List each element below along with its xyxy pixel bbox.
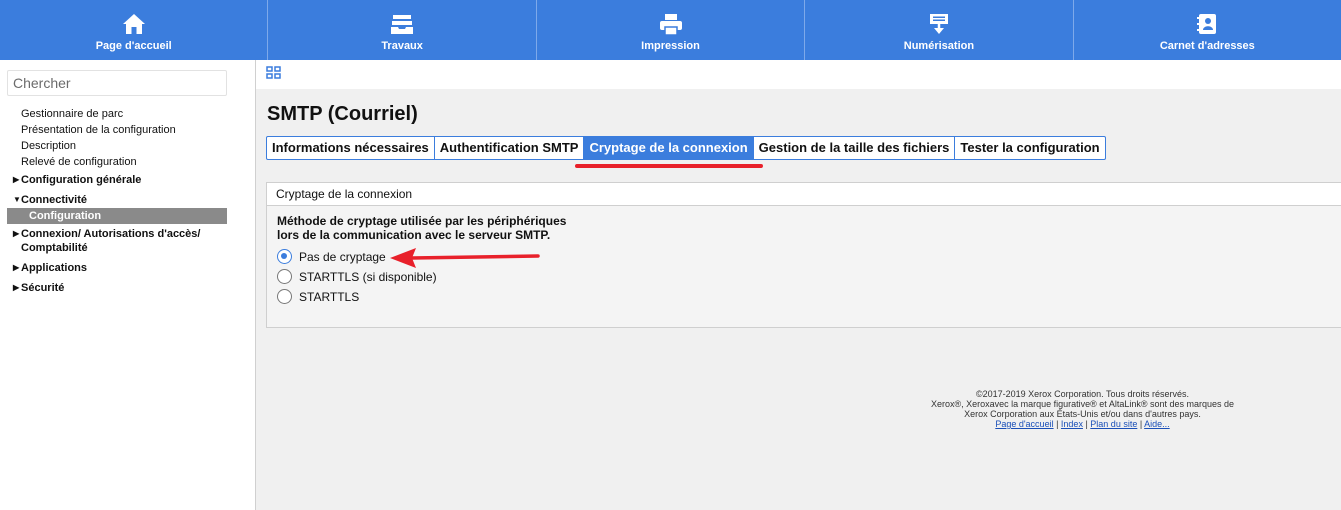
tab-test-configuration[interactable]: Tester la configuration bbox=[955, 137, 1104, 159]
option-label: Pas de cryptage bbox=[299, 249, 386, 264]
caret-down-icon: ▼ bbox=[13, 195, 21, 204]
annotation-arrow-icon bbox=[390, 248, 540, 268]
caret-right-icon: ▶ bbox=[13, 229, 20, 238]
nav-jobs[interactable]: Travaux bbox=[268, 0, 537, 60]
sidebar-category-label: Configuration générale bbox=[21, 174, 142, 186]
printer-icon bbox=[657, 11, 685, 37]
encryption-description: Méthode de cryptage utilisée par les pér… bbox=[277, 214, 597, 242]
sidebar-category-label: Connectivité bbox=[21, 194, 88, 206]
grid-view-icon[interactable] bbox=[266, 66, 282, 80]
footer-link-home[interactable]: Page d'accueil bbox=[995, 419, 1053, 429]
option-starttls[interactable]: STARTTLS bbox=[277, 289, 359, 304]
footer-trademark-2: Xerox Corporation aux États-Unis et/ou d… bbox=[964, 409, 1201, 419]
footer-links: Page d'accueil | Index | Plan du site | … bbox=[995, 419, 1170, 429]
nav-scan-label: Numérisation bbox=[903, 39, 975, 52]
option-label: STARTTLS bbox=[299, 289, 360, 304]
sidebar: Gestionnaire de parc Présentation de la … bbox=[0, 60, 256, 510]
sidebar-category-applications[interactable]: ▶ Applications bbox=[0, 261, 256, 275]
nav-scan[interactable]: Numérisation bbox=[805, 0, 1074, 60]
sidebar-category-login-permissions[interactable]: ▶ Connexion/ Autorisations d'accès/ Comp… bbox=[0, 227, 256, 255]
footer-link-index[interactable]: Index bbox=[1061, 419, 1083, 429]
sidebar-category-general-config[interactable]: ▶ Configuration générale bbox=[0, 173, 256, 187]
sidebar-item-description[interactable]: Description bbox=[0, 138, 256, 154]
top-nav: Page d'accueil Travaux Impression Numéri… bbox=[0, 0, 1341, 60]
nav-home-label: Page d'accueil bbox=[95, 39, 172, 52]
nav-print[interactable]: Impression bbox=[537, 0, 806, 60]
option-starttls-if-available[interactable]: STARTTLS (si disponible) bbox=[277, 269, 437, 284]
panel-title: Cryptage de la connexion bbox=[267, 183, 1341, 206]
footer-link-help[interactable]: Aide... bbox=[1144, 419, 1170, 429]
caret-right-icon: ▶ bbox=[13, 175, 20, 184]
caret-right-icon: ▶ bbox=[13, 283, 20, 292]
toolbar-strip bbox=[256, 60, 1341, 89]
sidebar-category-label: Applications bbox=[21, 262, 88, 274]
sidebar-list: Gestionnaire de parc Présentation de la … bbox=[0, 106, 256, 295]
radio-starttls-if-available[interactable] bbox=[277, 269, 292, 284]
sidebar-category-label: Connexion/ Autorisations d'accès/ bbox=[21, 228, 201, 240]
sidebar-item-configuration[interactable]: Configuration bbox=[7, 208, 227, 224]
sidebar-category-connectivity[interactable]: ▼ Connectivité bbox=[0, 193, 256, 207]
nav-address-book-label: Carnet d'adresses bbox=[1159, 39, 1255, 52]
sidebar-item-config-overview[interactable]: Présentation de la configuration bbox=[0, 122, 256, 138]
caret-right-icon: ▶ bbox=[13, 263, 20, 272]
sidebar-category-security[interactable]: ▶ Sécurité bbox=[0, 281, 256, 295]
description-line-2: lors de la communication avec le serveur… bbox=[277, 228, 551, 242]
radio-no-encryption[interactable] bbox=[277, 249, 292, 264]
option-label: STARTTLS (si disponible) bbox=[299, 269, 437, 284]
nav-print-label: Impression bbox=[641, 39, 700, 52]
page-title: SMTP (Courriel) bbox=[267, 103, 418, 125]
scanner-icon bbox=[925, 11, 953, 37]
tab-connection-encryption[interactable]: Cryptage de la connexion bbox=[584, 137, 754, 159]
nav-address-book[interactable]: Carnet d'adresses bbox=[1074, 0, 1341, 60]
nav-home[interactable]: Page d'accueil bbox=[0, 0, 269, 60]
sidebar-category-label: Sécurité bbox=[21, 282, 65, 294]
tab-required-info[interactable]: Informations nécessaires bbox=[267, 137, 435, 159]
description-line-1: Méthode de cryptage utilisée par les pér… bbox=[277, 214, 567, 228]
footer-trademark-1: Xerox®, Xeroxavec la marque figurative® … bbox=[930, 399, 1235, 409]
tab-smtp-authentication[interactable]: Authentification SMTP bbox=[435, 137, 585, 159]
footer-link-sitemap[interactable]: Plan du site bbox=[1090, 419, 1137, 429]
nav-jobs-label: Travaux bbox=[381, 39, 423, 52]
jobs-tray-icon bbox=[388, 11, 416, 37]
search-input[interactable] bbox=[7, 70, 227, 96]
radio-starttls[interactable] bbox=[277, 289, 292, 304]
footer-copyright: ©2017-2019 Xerox Corporation. Tous droit… bbox=[975, 389, 1190, 399]
home-icon bbox=[120, 11, 148, 37]
option-no-encryption[interactable]: Pas de cryptage bbox=[277, 249, 386, 264]
sidebar-item-fleet-manager[interactable]: Gestionnaire de parc bbox=[0, 106, 256, 122]
annotation-underline bbox=[575, 164, 763, 168]
tab-bar: Informations nécessaires Authentificatio… bbox=[266, 136, 1106, 160]
address-book-icon bbox=[1193, 11, 1221, 37]
sidebar-item-config-report[interactable]: Relevé de configuration bbox=[0, 154, 256, 170]
footer: ©2017-2019 Xerox Corporation. Tous droit… bbox=[905, 389, 1260, 429]
tab-file-size-management[interactable]: Gestion de la taille des fichiers bbox=[754, 137, 956, 159]
sidebar-category-label-cont: Comptabilité bbox=[21, 242, 88, 254]
